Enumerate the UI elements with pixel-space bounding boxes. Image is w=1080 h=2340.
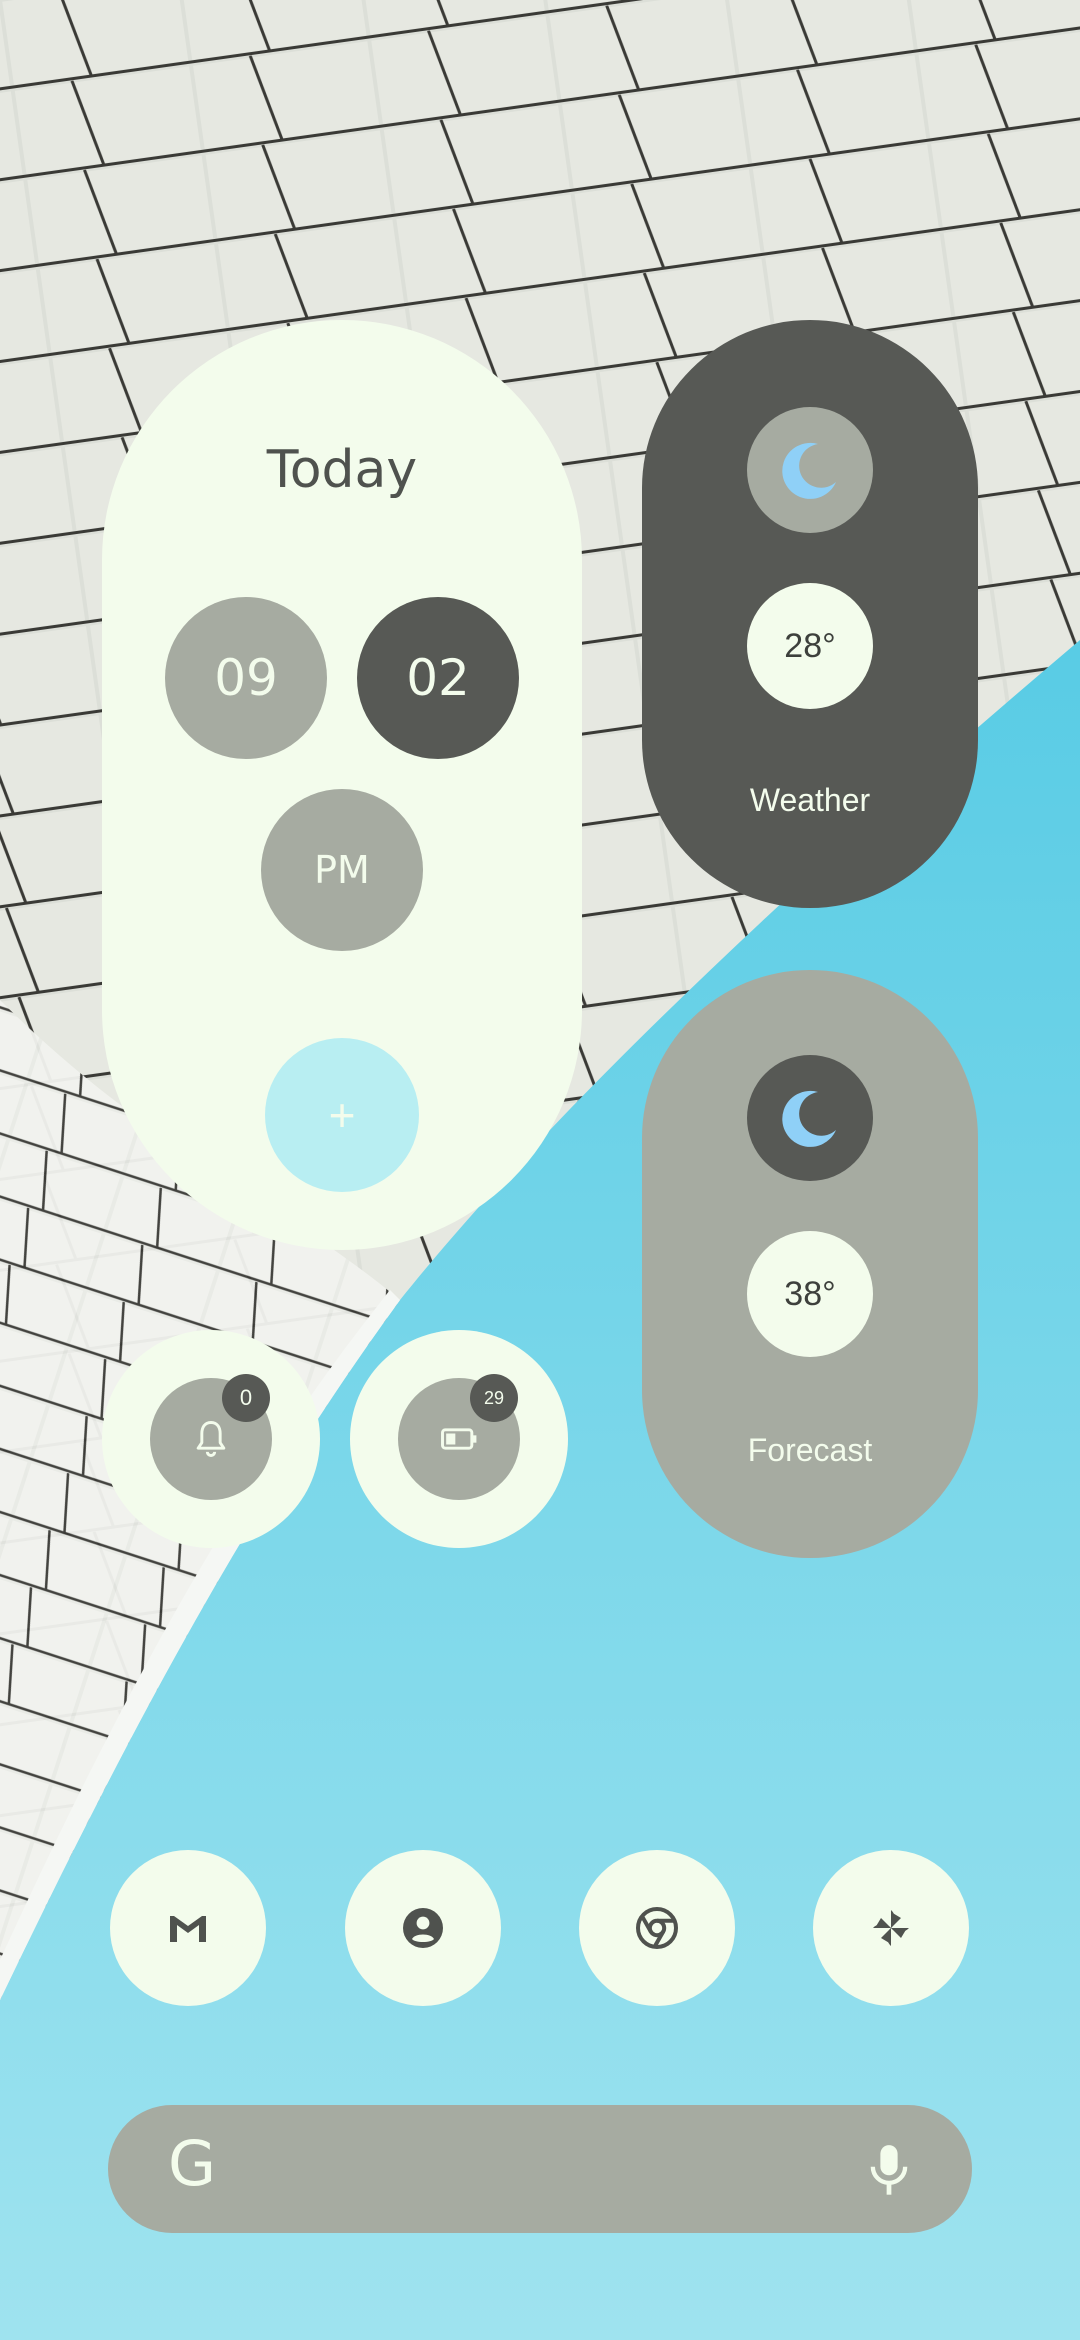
photos-app[interactable] — [813, 1850, 969, 2006]
voice-search-button[interactable] — [866, 2143, 912, 2204]
contacts-app[interactable] — [345, 1850, 501, 2006]
weather-label: Weather — [749, 782, 871, 818]
add-button[interactable]: + — [265, 1038, 419, 1192]
weather-moon-badge — [747, 407, 873, 533]
battery-level-badge: 29 — [470, 1374, 518, 1422]
chrome-icon — [636, 1907, 678, 1949]
hour-display[interactable]: 09 — [165, 597, 327, 759]
weather-temperature: 28° — [747, 583, 873, 709]
today-widget[interactable]: Today 09 02 PM + — [102, 320, 582, 1250]
meridiem-display[interactable]: PM — [261, 789, 423, 951]
mic-icon — [870, 2145, 908, 2195]
gmail-icon — [170, 1916, 206, 1942]
gmail-app[interactable] — [110, 1850, 266, 2006]
contacts-icon — [403, 1908, 443, 1948]
today-title: Today — [266, 440, 418, 500]
forecast-moon-badge — [747, 1055, 873, 1181]
weather-widget[interactable]: 28° Weather — [642, 320, 978, 908]
search-bar[interactable]: G — [108, 2105, 972, 2233]
chrome-app[interactable] — [579, 1850, 735, 2006]
notification-count-badge: 0 — [222, 1374, 270, 1422]
forecast-temperature: 38° — [747, 1231, 873, 1357]
battery-widget[interactable]: 29 — [350, 1330, 568, 1548]
forecast-label: Forecast — [747, 1432, 873, 1468]
google-logo: G — [168, 2127, 217, 2200]
pinwheel-icon — [873, 1910, 909, 1946]
bell-icon — [196, 1421, 226, 1457]
battery-icon — [441, 1428, 477, 1450]
moon-icon — [782, 1090, 836, 1147]
minute-display[interactable]: 02 — [357, 597, 519, 759]
notifications-widget[interactable]: 0 — [102, 1330, 320, 1548]
forecast-widget[interactable]: 38° Forecast — [642, 970, 978, 1558]
moon-icon — [782, 442, 836, 499]
